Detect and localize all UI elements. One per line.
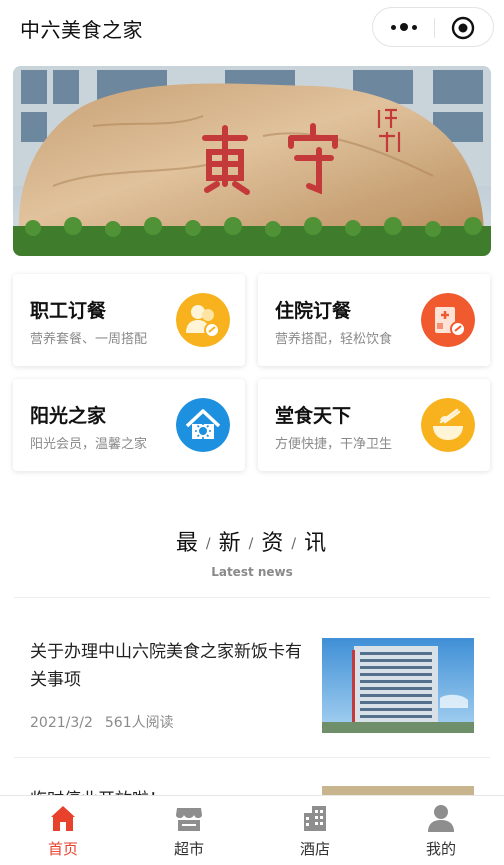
latest-news-header: 最 / 新 / 资 / 讯 Latest news xyxy=(0,525,504,579)
news-meta: 2021/3/2 561人阅读 xyxy=(30,712,174,732)
home-icon xyxy=(51,806,75,831)
bottom-tab-bar: 首页 超市 酒店 我的 xyxy=(0,795,504,865)
tab-hotel[interactable]: 酒店 xyxy=(252,796,378,865)
service-card-hospital-meal[interactable]: 住院订餐 营养搭配，轻松饮食 xyxy=(258,274,490,366)
news-date: 2021/3/2 xyxy=(30,715,93,731)
hospital-meal-icon xyxy=(421,293,475,347)
store-icon xyxy=(176,808,202,831)
tab-label: 酒店 xyxy=(299,840,330,858)
news-thumbnail xyxy=(322,638,474,733)
service-card-dine-in[interactable]: 堂食天下 方便快捷，干净卫生 xyxy=(258,379,490,471)
service-title: 堂食天下 xyxy=(275,405,352,427)
close-target-icon[interactable] xyxy=(451,16,475,40)
more-icon[interactable] xyxy=(387,8,421,46)
service-card-sunshine-home[interactable]: 阳光之家 阳光会员，温馨之家 xyxy=(13,379,245,471)
hotel-icon xyxy=(304,806,326,831)
sunshine-home-icon xyxy=(176,398,230,452)
dine-in-icon xyxy=(421,398,475,452)
section-subtitle: Latest news xyxy=(211,565,293,579)
mini-program-capsule xyxy=(372,7,494,47)
tab-label: 超市 xyxy=(173,840,204,858)
service-card-staff-meal[interactable]: 职工订餐 营养套餐、一周搭配 xyxy=(13,274,245,366)
news-read-count: 561人阅读 xyxy=(104,715,174,731)
staff-meal-icon xyxy=(176,293,230,347)
tab-mine[interactable]: 我的 xyxy=(378,796,504,865)
service-subtitle: 营养套餐、一周搭配 xyxy=(30,332,148,347)
news-title: 关于办理中山六院美食之家新饭卡有关事项 xyxy=(30,642,302,690)
service-title: 职工订餐 xyxy=(30,300,107,322)
section-title: 最 / 新 / 资 / 讯 xyxy=(175,531,329,556)
tab-label: 我的 xyxy=(425,840,456,858)
navigation-bar: 中六美食之家 xyxy=(0,0,504,56)
news-item[interactable]: 关于办理中山六院美食之家新饭卡有关事项 2021/3/2 561人阅读 xyxy=(14,638,490,734)
divider xyxy=(14,757,490,758)
service-subtitle: 阳光会员，温馨之家 xyxy=(30,437,148,452)
app-title: 中六美食之家 xyxy=(20,18,143,42)
service-subtitle: 方便快捷，干净卫生 xyxy=(275,437,393,452)
tab-label: 首页 xyxy=(47,840,78,858)
service-title: 阳光之家 xyxy=(30,405,107,427)
capsule-divider xyxy=(434,18,435,38)
banner-image[interactable] xyxy=(13,66,491,256)
service-subtitle: 营养搭配，轻松饮食 xyxy=(275,332,393,347)
tab-home[interactable]: 首页 xyxy=(0,796,126,865)
user-icon xyxy=(428,805,454,832)
tab-store[interactable]: 超市 xyxy=(126,796,252,865)
divider xyxy=(14,597,490,598)
service-title: 住院订餐 xyxy=(275,300,352,322)
